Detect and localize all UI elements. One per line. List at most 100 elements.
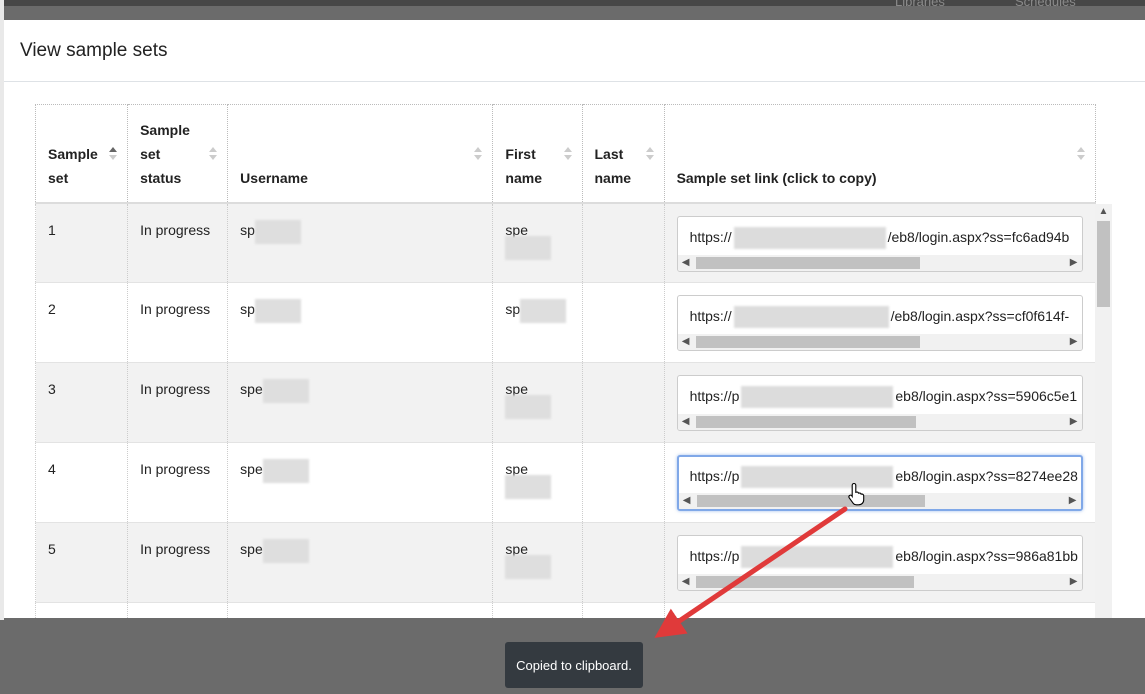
scrollbar-thumb[interactable] [1097, 221, 1110, 307]
sample-set-link-field[interactable]: https://p eb8/login.aspx?ss=5906c5e1 ◀ ▶ [676, 375, 1083, 431]
link-suffix: /eb8/login.aspx?ss=fc6ad94b [887, 228, 1070, 245]
table-row: 5 In progress spe spe https://p eb8/login… [35, 522, 1097, 603]
sort-icon [209, 145, 218, 161]
redacted-first-name [505, 235, 552, 260]
scroll-left-icon[interactable]: ◀ [679, 493, 695, 509]
modal-title: View sample sets [20, 39, 168, 61]
table-row: 2 In progress sp sp https:// /eb8/login.a… [35, 282, 1097, 363]
table-vertical-scrollbar[interactable]: ▲ [1095, 204, 1112, 618]
cell-first-name: sp [492, 282, 583, 363]
sort-icon [563, 145, 572, 161]
redacted-link [741, 466, 894, 488]
column-header-sample-set[interactable]: Sample set [35, 104, 129, 204]
link-suffix: eb8/login.aspx?ss=986a81bb [895, 548, 1078, 564]
link-suffix: /eb8/login.aspx?ss=cf0f614f- [890, 308, 1070, 324]
column-header-label: Sample set link (click to copy) [676, 169, 877, 186]
column-header-username[interactable]: Username [227, 104, 494, 204]
link-horizontal-scrollbar[interactable]: ◀ ▶ [677, 414, 1082, 430]
table-row: 3 In progress spe spe https://p eb8/login… [35, 362, 1097, 443]
cell-last-name [582, 522, 665, 603]
scrollbar-thumb[interactable] [695, 336, 920, 348]
backdrop-nav-schedules: Schedules [1015, 0, 1076, 9]
cell-username: sp [227, 202, 494, 283]
column-header-last-name[interactable]: Last name [582, 104, 665, 204]
cell-last-name [582, 202, 665, 283]
sample-set-link-field-focused[interactable]: https://p eb8/login.aspx?ss=8274ee28 ◀ ▶ [676, 455, 1083, 511]
cell-first-name: spe [492, 202, 583, 283]
redacted-first-name [505, 555, 552, 579]
cell-empty [127, 602, 229, 618]
link-horizontal-scrollbar[interactable]: ◀ ▶ [677, 334, 1082, 350]
column-header-label: Sample set [48, 145, 98, 186]
column-header-sample-set-link[interactable]: Sample set link (click to copy) [664, 104, 1097, 204]
link-prefix: https://p [689, 388, 740, 404]
scroll-left-icon[interactable]: ◀ [678, 255, 694, 271]
modal-header: View sample sets [4, 20, 1145, 82]
redacted-first-name [505, 395, 552, 419]
sample-set-link-field[interactable]: https://p eb8/login.aspx?ss=986a81bb ◀ ▶ [676, 535, 1083, 591]
cell-empty [582, 602, 665, 618]
cell-last-name [582, 362, 665, 443]
cell-status: In progress [127, 362, 229, 443]
redacted-username [254, 299, 301, 323]
redacted-username [262, 379, 309, 403]
scrollbar-thumb[interactable] [696, 495, 925, 507]
redacted-first-name [505, 475, 552, 499]
username-text: spe [240, 541, 263, 557]
username-text: sp [240, 301, 255, 317]
cell-link: https://p eb8/login.aspx?ss=986a81bb ◀ ▶ [664, 522, 1097, 603]
cell-link: https:// /eb8/login.aspx?ss=cf0f614f- ◀ ▶ [664, 282, 1097, 363]
sort-icon [645, 145, 654, 161]
scroll-right-icon[interactable]: ▶ [1066, 414, 1082, 430]
cell-empty [664, 602, 1097, 618]
link-horizontal-scrollbar[interactable]: ◀ ▶ [677, 254, 1082, 271]
cell-sample-set: 1 [35, 202, 129, 283]
first-name-text: sp [505, 301, 521, 317]
cell-first-name: spe [492, 362, 583, 443]
link-horizontal-scrollbar[interactable]: ◀ ▶ [678, 493, 1081, 509]
cell-empty [227, 602, 494, 618]
scrollbar-thumb[interactable] [695, 416, 916, 428]
cell-sample-set: 4 [35, 442, 129, 523]
link-prefix: https://p [689, 548, 740, 564]
column-header-first-name[interactable]: First name [492, 104, 583, 204]
scroll-up-icon[interactable]: ▲ [1095, 204, 1112, 220]
sample-set-link-field[interactable]: https:// /eb8/login.aspx?ss=fc6ad94b ◀ ▶ [676, 215, 1083, 272]
copied-toast: Copied to clipboard. [505, 642, 643, 688]
column-header-label: Sample set status [140, 121, 190, 186]
cell-status: In progress [127, 442, 229, 523]
link-prefix: https:// [689, 228, 732, 245]
link-horizontal-scrollbar[interactable]: ◀ ▶ [677, 574, 1082, 590]
redacted-link [741, 386, 894, 408]
scrollbar-thumb[interactable] [695, 256, 920, 269]
cell-link: https://p eb8/login.aspx?ss=5906c5e1 ◀ ▶ [664, 362, 1097, 443]
scroll-right-icon[interactable]: ▶ [1066, 574, 1082, 590]
cell-username: sp [227, 282, 494, 363]
cell-sample-set: 5 [35, 522, 129, 603]
username-text: spe [240, 381, 263, 397]
backdrop-topbar: Libraries Schedules [0, 0, 1145, 9]
scroll-right-icon[interactable]: ▶ [1066, 334, 1082, 350]
backdrop-nav-libraries: Libraries [895, 0, 945, 9]
cell-username: spe [227, 362, 494, 443]
sort-ascending-icon [109, 145, 118, 161]
username-text: sp [240, 221, 255, 238]
scroll-right-icon[interactable]: ▶ [1066, 255, 1082, 271]
sample-sets-table-container: Sample set Sample set status Username Fi… [35, 104, 1116, 618]
column-header-sample-set-status[interactable]: Sample set status [127, 104, 229, 204]
cell-last-name [582, 442, 665, 523]
cell-empty [492, 602, 583, 618]
scroll-right-icon[interactable]: ▶ [1065, 493, 1081, 509]
sort-icon [1077, 145, 1085, 161]
sample-set-link-field[interactable]: https:// /eb8/login.aspx?ss=cf0f614f- ◀ ▶ [676, 295, 1083, 351]
hand-pointer-cursor-icon [848, 482, 865, 506]
cell-first-name: spe [492, 522, 583, 603]
scrollbar-thumb[interactable] [695, 576, 914, 588]
scroll-left-icon[interactable]: ◀ [678, 574, 694, 590]
scroll-left-icon[interactable]: ◀ [678, 414, 694, 430]
cell-sample-set: 2 [35, 282, 129, 363]
column-header-label: First name [505, 145, 542, 186]
redacted-first-name [520, 299, 567, 323]
link-suffix: eb8/login.aspx?ss=8274ee28 [895, 468, 1078, 484]
scroll-left-icon[interactable]: ◀ [678, 334, 694, 350]
